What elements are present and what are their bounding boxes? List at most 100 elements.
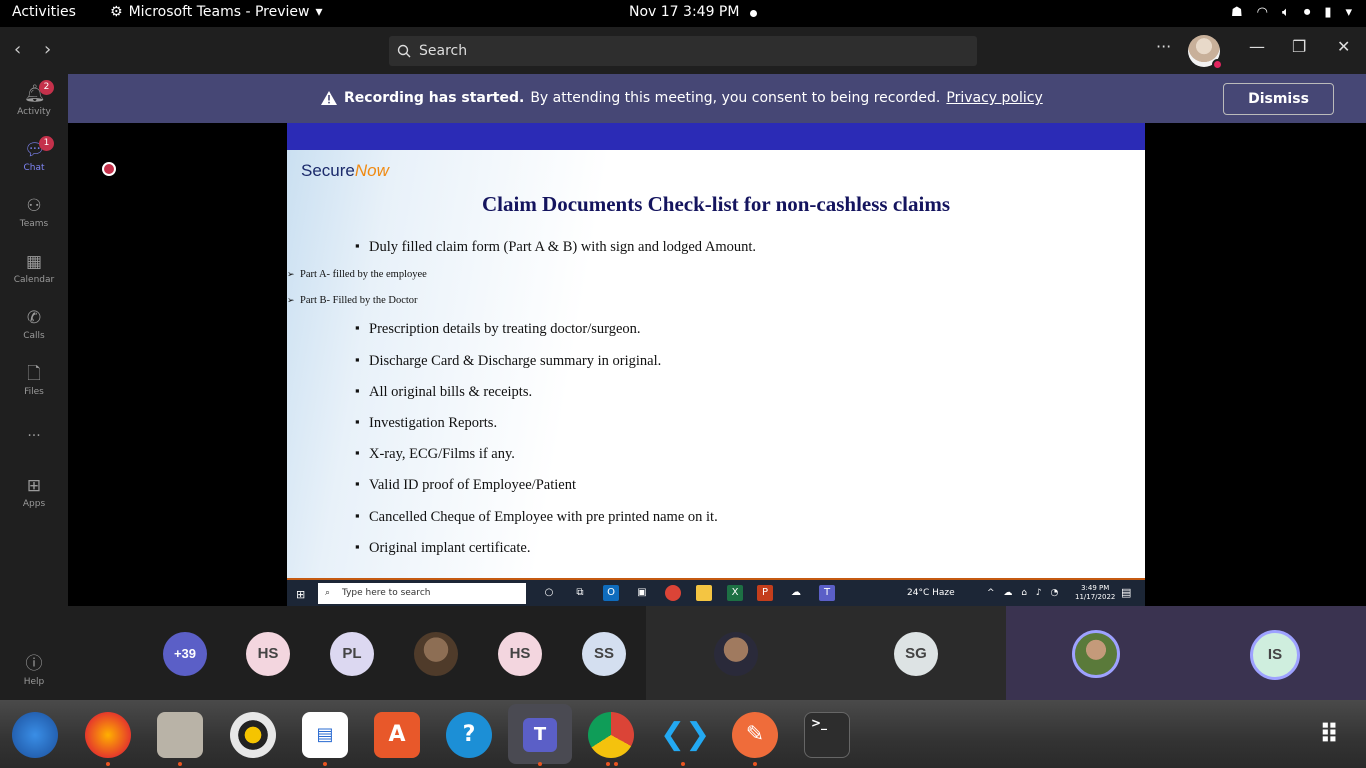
task-view-icon: ⧉ bbox=[576, 587, 584, 598]
terminal-icon[interactable]: >_ bbox=[804, 712, 850, 758]
teams-tray-icon[interactable]: ☗ bbox=[1231, 5, 1243, 20]
participant-avatar[interactable]: HS bbox=[246, 632, 290, 676]
chrome-icon bbox=[665, 585, 681, 601]
recording-title: Recording has started. bbox=[344, 90, 525, 106]
participant-avatar bbox=[714, 632, 758, 676]
app-menu[interactable]: ⚙ Microsoft Teams - Preview ▾ bbox=[110, 4, 323, 20]
rail-more-button[interactable]: ··· bbox=[0, 428, 68, 444]
close-icon[interactable]: ✕ bbox=[1337, 37, 1350, 56]
teams-icon: T bbox=[819, 585, 835, 601]
participant-avatar[interactable]: HS bbox=[498, 632, 542, 676]
rail-item-teams[interactable]: ⚇ Teams bbox=[0, 196, 68, 229]
running-indicator bbox=[606, 762, 610, 766]
activities-button[interactable]: Activities bbox=[12, 4, 76, 20]
app-menu-label: Microsoft Teams - Preview bbox=[128, 4, 310, 20]
chrome-icon[interactable] bbox=[588, 712, 634, 758]
app-icon: ☁ bbox=[791, 587, 801, 598]
rail-item-label: Chat bbox=[23, 163, 45, 173]
participant-avatar: SG bbox=[894, 632, 938, 676]
maximize-icon[interactable]: ❐ bbox=[1292, 37, 1306, 56]
participant-avatar[interactable]: SS bbox=[582, 632, 626, 676]
chevron-down-icon: ▾ bbox=[315, 4, 323, 20]
postman-icon[interactable]: ✎ bbox=[732, 712, 778, 758]
recording-text: By attending this meeting, you consent t… bbox=[530, 90, 941, 106]
files-icon[interactable] bbox=[157, 712, 203, 758]
vscode-icon[interactable]: ❮❯ bbox=[660, 712, 710, 758]
wifi-icon: ◠ bbox=[1256, 5, 1268, 20]
notification-dot bbox=[750, 10, 757, 17]
running-indicator bbox=[538, 762, 542, 766]
running-indicator bbox=[753, 762, 757, 766]
recording-indicator-icon bbox=[102, 162, 116, 176]
windows-system-tray: ^ ☁ ⌂ ♪ ◔ bbox=[987, 588, 1062, 598]
show-applications-icon[interactable]: ⠿ bbox=[1306, 712, 1352, 758]
chat-badge: 1 bbox=[39, 136, 54, 151]
explorer-icon bbox=[696, 585, 712, 601]
microphone-icon: ⏺︎ bbox=[1303, 5, 1311, 20]
rail-item-apps[interactable]: ⊞ Apps bbox=[0, 476, 68, 509]
libreoffice-writer-icon[interactable]: ▤ bbox=[302, 712, 348, 758]
help-icon[interactable]: ? bbox=[446, 712, 492, 758]
list-item: Investigation Reports. bbox=[355, 414, 497, 432]
activity-badge: 2 bbox=[39, 80, 54, 95]
more-participants-button[interactable]: +39 bbox=[163, 632, 207, 676]
search-icon bbox=[397, 44, 411, 58]
list-item: All original bills & receipts. bbox=[355, 383, 532, 401]
rail-item-activity[interactable]: 🔔︎ 2 Activity bbox=[0, 80, 68, 117]
running-indicator bbox=[323, 762, 327, 766]
rail-item-files[interactable]: 🗋 Files bbox=[0, 364, 68, 397]
teams-title-bar: ‹ › Search ··· — ❐ ✕ bbox=[0, 27, 1366, 74]
clock[interactable]: Nov 17 3:49 PM bbox=[629, 4, 739, 20]
phone-icon: ✆ bbox=[26, 308, 42, 328]
weather-readout: 24°C Haze bbox=[907, 588, 955, 598]
notifications-icon: ▤ bbox=[1121, 586, 1132, 599]
list-subitem: Part A- filled by the employee bbox=[287, 269, 427, 280]
search-input[interactable]: Search bbox=[389, 36, 977, 66]
rhythmbox-icon[interactable] bbox=[230, 712, 276, 758]
rail-item-label: Calendar bbox=[13, 275, 55, 285]
rail-item-label: Apps bbox=[22, 499, 46, 509]
rail-item-calls[interactable]: ✆ Calls bbox=[0, 308, 68, 341]
thunderbird-icon[interactable] bbox=[12, 712, 58, 758]
rail-item-help[interactable]: ⓘ Help bbox=[0, 654, 68, 687]
firefox-icon[interactable] bbox=[85, 712, 131, 758]
chevron-down-icon: ▾ bbox=[1345, 5, 1352, 20]
participant-avatar bbox=[1072, 630, 1120, 678]
battery-icon: ▮ bbox=[1324, 5, 1332, 20]
shared-screen-slide: SecureNow Claim Documents Check-list for… bbox=[287, 123, 1145, 578]
list-item: Discharge Card & Discharge summary in or… bbox=[355, 352, 661, 370]
forward-icon[interactable]: › bbox=[44, 39, 51, 60]
excel-icon: X bbox=[727, 585, 743, 601]
system-tray[interactable]: ☗ ◠ 🔈︎ ⏺︎ ▮ ▾ bbox=[1231, 5, 1352, 20]
running-indicator bbox=[681, 762, 685, 766]
avatar[interactable] bbox=[1188, 35, 1223, 70]
participant-avatar[interactable] bbox=[414, 632, 458, 676]
more-options-icon[interactable]: ··· bbox=[1156, 37, 1171, 56]
rail-item-label: Activity bbox=[17, 107, 51, 117]
teams-dock-icon[interactable]: T bbox=[508, 704, 572, 764]
list-item: Cancelled Cheque of Employee with pre pr… bbox=[355, 508, 718, 526]
back-icon[interactable]: ‹ bbox=[14, 39, 21, 60]
cortana-icon: ○ bbox=[544, 587, 554, 598]
list-item: X-ray, ECG/Films if any. bbox=[355, 445, 515, 463]
app-rail: 🔔︎ 2 Activity 💬︎ 1 Chat ⚇ Teams ▦ Calend… bbox=[0, 74, 68, 700]
list-item: Duly filled claim form (Part A & B) with… bbox=[355, 238, 756, 256]
slide-header-bar bbox=[287, 123, 1145, 150]
rail-item-label: Help bbox=[23, 677, 45, 687]
apps-icon: ⊞ bbox=[26, 476, 42, 496]
privacy-policy-link[interactable]: Privacy policy bbox=[946, 90, 1042, 106]
outlook-icon: O bbox=[603, 585, 619, 601]
running-indicator bbox=[178, 762, 182, 766]
slide-title: Claim Documents Check-list for non-cashl… bbox=[481, 192, 950, 216]
rail-item-chat[interactable]: 💬︎ 1 Chat bbox=[0, 136, 68, 173]
windows-clock: 3:49 PM 11/17/2022 bbox=[1075, 584, 1116, 601]
minimize-icon[interactable]: — bbox=[1249, 37, 1265, 56]
volume-icon: 🔈︎ bbox=[1282, 5, 1290, 20]
file-icon: 🗋 bbox=[27, 364, 41, 384]
rail-item-calendar[interactable]: ▦ Calendar bbox=[0, 252, 68, 285]
dismiss-button[interactable]: Dismiss bbox=[1223, 83, 1334, 115]
participant-avatar[interactable]: PL bbox=[330, 632, 374, 676]
participant-avatar: IS bbox=[1250, 630, 1300, 680]
running-indicator bbox=[614, 762, 618, 766]
software-center-icon[interactable]: A bbox=[374, 712, 420, 758]
